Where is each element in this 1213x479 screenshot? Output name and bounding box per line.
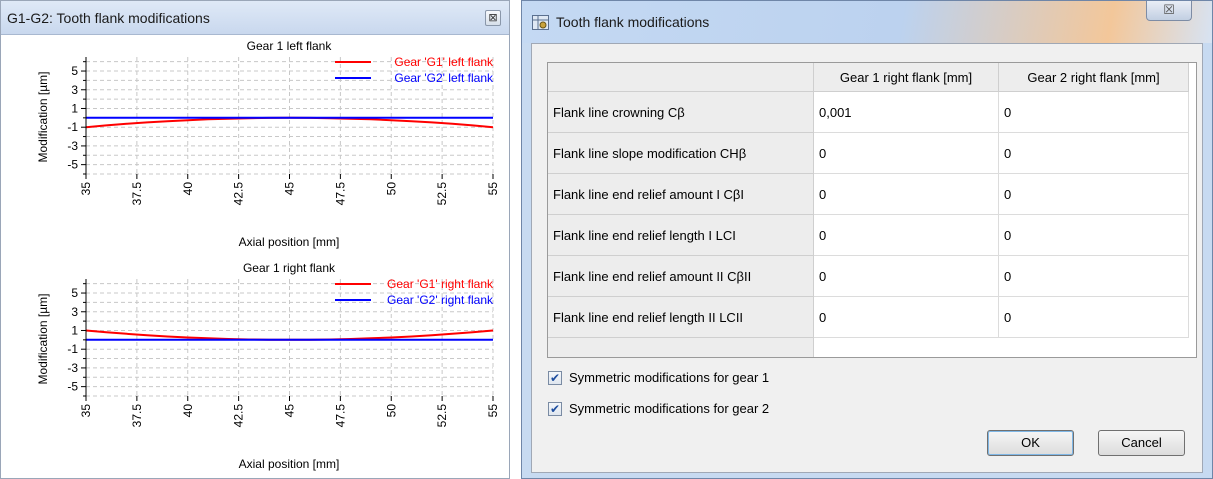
y-tick-label: -3 — [67, 139, 78, 153]
x-tick-label: 45 — [283, 182, 297, 196]
cancel-button[interactable]: Cancel — [1098, 430, 1185, 456]
column-header-gear2[interactable]: Gear 2 right flank [mm] — [999, 63, 1189, 92]
y-tick-label: -1 — [67, 120, 78, 134]
x-tick-label: 55 — [486, 182, 500, 196]
table-cell-gear2[interactable]: 0 — [999, 174, 1189, 215]
table-cell-gear2[interactable]: 0 — [999, 297, 1189, 338]
y-tick-label: -5 — [67, 380, 78, 394]
x-tick-label: 45 — [283, 404, 297, 418]
y-tick-label: 1 — [71, 101, 78, 115]
table-cell-gear2[interactable]: 0 — [999, 256, 1189, 297]
close-icon[interactable]: ⊠ — [485, 10, 501, 26]
symmetric-gear2-label[interactable]: Symmetric modifications for gear 2 — [569, 401, 769, 416]
row-header: Flank line slope modification CHβ — [548, 133, 814, 174]
table-corner — [548, 63, 814, 92]
x-tick-label: 35 — [79, 404, 93, 418]
x-tick-label: 47.5 — [333, 404, 347, 428]
dialog-title: Tooth flank modifications — [556, 14, 710, 30]
y-ticks: 5 3 1 -1 -3 -5 — [67, 61, 86, 175]
right-flank-chart: 5 3 1 -1 -3 -5 35 37.5 40 42.5 45 47.5 50 52.5 55 Gea… — [36, 261, 500, 471]
table-cell-gear2[interactable]: 0 — [999, 133, 1189, 174]
x-ticks: 35 37.5 40 42.5 45 47.5 50 52.5 55 — [79, 174, 500, 205]
symmetric-gear2-checkbox[interactable]: ✔ — [548, 402, 562, 416]
x-tick-label: 37.5 — [130, 182, 144, 206]
column-header-gear1[interactable]: Gear 1 right flank [mm] — [814, 63, 999, 92]
legend-label-g2: Gear 'G2' left flank — [394, 71, 494, 85]
x-tick-label: 37.5 — [130, 404, 144, 428]
table-cell-gear1[interactable]: 0 — [814, 133, 999, 174]
y-axis-label: Modification [µm] — [36, 294, 50, 385]
dialog-titlebar[interactable]: Tooth flank modifications ☒ — [522, 1, 1212, 43]
x-tick-label: 55 — [486, 404, 500, 418]
plot-window-titlebar[interactable]: G1-G2: Tooth flank modifications ⊠ — [1, 1, 509, 35]
x-tick-label: 42.5 — [232, 404, 246, 428]
symmetric-gear1-checkbox[interactable]: ✔ — [548, 371, 562, 385]
x-tick-label: 52.5 — [435, 404, 449, 428]
table-cell-gear2[interactable]: 0 — [999, 215, 1189, 256]
legend-label-g1: Gear 'G1' left flank — [394, 55, 494, 69]
dialog-body: Gear 1 right flank [mm] Gear 2 right fla… — [531, 43, 1203, 473]
legend-label-g1: Gear 'G1' right flank — [387, 277, 494, 291]
row-header: Flank line end relief amount II CβII — [548, 256, 814, 297]
row-header: Flank line end relief length I LCI — [548, 215, 814, 256]
legend-label-g2: Gear 'G2' right flank — [387, 293, 494, 307]
x-tick-label: 42.5 — [232, 182, 246, 206]
modifications-table: Gear 1 right flank [mm] Gear 2 right fla… — [547, 62, 1197, 358]
x-tick-label: 35 — [79, 182, 93, 196]
table-cell-gear1[interactable]: 0,001 — [814, 92, 999, 133]
plot-window: G1-G2: Tooth flank modifications ⊠ 5 3 1 -1… — [0, 0, 510, 479]
x-tick-label: 50 — [384, 182, 398, 196]
x-tick-label: 40 — [181, 404, 195, 418]
y-tick-label: 5 — [71, 64, 78, 78]
y-tick-label: -3 — [67, 361, 78, 375]
close-button[interactable]: ☒ — [1146, 1, 1192, 21]
gear-table-icon — [532, 15, 549, 30]
ok-button[interactable]: OK — [987, 430, 1074, 456]
row-header: Flank line end relief length II LCII — [548, 297, 814, 338]
table-cell-gear1[interactable]: 0 — [814, 256, 999, 297]
chart-title: Gear 1 right flank — [243, 261, 336, 275]
y-axis-label: Modification [µm] — [36, 72, 50, 163]
table-cell-gear1[interactable]: 0 — [814, 297, 999, 338]
tooth-flank-dialog: Tooth flank modifications ☒ Gear 1 right… — [521, 0, 1213, 479]
y-tick-label: 1 — [71, 323, 78, 337]
window-gap — [510, 0, 521, 479]
table-cell-gear1[interactable]: 0 — [814, 174, 999, 215]
row-header: Flank line crowning Cβ — [548, 92, 814, 133]
y-ticks: 5 3 1 -1 -3 -5 — [67, 283, 86, 397]
y-tick-label: 3 — [71, 305, 78, 319]
left-flank-chart: 5 3 1 -1 -3 -5 35 37.5 40 42.5 45 47.5 50 52.5 55 Gea… — [36, 39, 500, 249]
y-tick-label: 5 — [71, 286, 78, 300]
table-cell-gear2[interactable]: 0 — [999, 92, 1189, 133]
row-header-filler — [548, 338, 814, 357]
x-ticks: 35 37.5 40 42.5 45 47.5 50 52.5 55 — [79, 396, 500, 427]
x-axis-label: Axial position [mm] — [239, 457, 340, 471]
row-header: Flank line end relief amount I CβI — [548, 174, 814, 215]
symmetric-gear1-label[interactable]: Symmetric modifications for gear 1 — [569, 370, 769, 385]
x-tick-label: 47.5 — [333, 182, 347, 206]
y-tick-label: -5 — [67, 158, 78, 172]
x-axis-label: Axial position [mm] — [239, 235, 340, 249]
y-tick-label: 3 — [71, 83, 78, 97]
y-tick-label: -1 — [67, 342, 78, 356]
plot-window-title: G1-G2: Tooth flank modifications — [7, 10, 210, 26]
chart-title: Gear 1 left flank — [247, 39, 333, 53]
x-tick-label: 52.5 — [435, 182, 449, 206]
table-cell-gear1[interactable]: 0 — [814, 215, 999, 256]
x-tick-label: 40 — [181, 182, 195, 196]
x-tick-label: 50 — [384, 404, 398, 418]
